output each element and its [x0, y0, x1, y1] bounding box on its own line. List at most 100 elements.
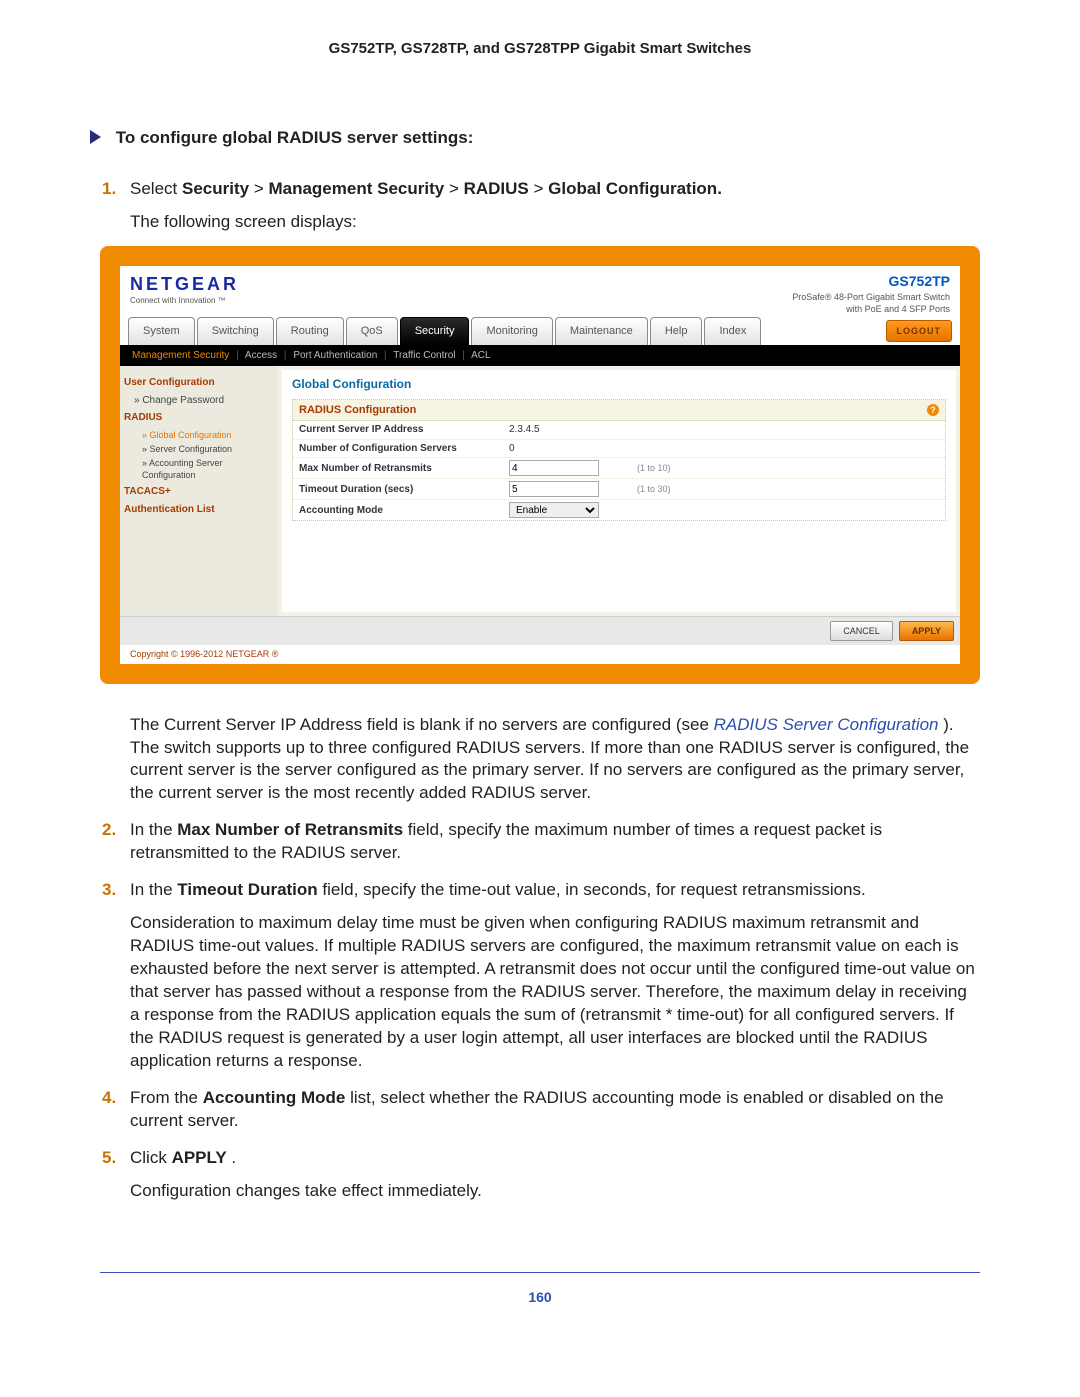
- t: Accounting Mode: [203, 1088, 346, 1107]
- sidebar-server-config[interactable]: » Server Configuration: [142, 443, 274, 455]
- t: The Current Server IP Address field is b…: [130, 715, 714, 734]
- t: .: [231, 1148, 236, 1167]
- brand-block: NETGEAR Connect with Innovation ™: [130, 272, 239, 307]
- step1-follow: The following screen displays:: [130, 211, 980, 234]
- step-2: 2. In the Max Number of Retransmits fiel…: [130, 819, 980, 865]
- row-accounting-mode: Accounting Mode Enable: [293, 500, 945, 520]
- row-max-retransmits: Max Number of Retransmits (1 to 10): [293, 458, 945, 479]
- arrow-icon: [90, 130, 101, 144]
- model-line2: with PoE and 4 SFP Ports: [792, 303, 950, 315]
- step-number: 3.: [102, 879, 116, 902]
- action-bar: CANCEL APPLY: [120, 616, 960, 645]
- hint-timeout-duration: (1 to 30): [637, 483, 671, 495]
- step5-paragraph: Configuration changes take effect immedi…: [130, 1180, 980, 1203]
- sidebar-acct-server-config[interactable]: » Accounting Server Configuration: [142, 457, 274, 481]
- step-number: 4.: [102, 1087, 116, 1110]
- tab-maintenance[interactable]: Maintenance: [555, 317, 648, 345]
- select-accounting-mode[interactable]: Enable: [509, 502, 599, 518]
- tab-qos[interactable]: QoS: [346, 317, 398, 345]
- gt: >: [254, 179, 269, 198]
- step-number: 1.: [102, 178, 116, 201]
- input-max-retransmits[interactable]: [509, 460, 599, 476]
- row-current-server-ip: Current Server IP Address 2.3.4.5: [293, 421, 945, 440]
- panel-title: Global Configuration: [292, 376, 946, 392]
- label-accounting-mode: Accounting Mode: [299, 504, 509, 518]
- step1-text: Select Security > Management Security > …: [130, 179, 722, 198]
- sidebar: User Configuration » Change Password RAD…: [120, 366, 278, 616]
- copyright: Copyright © 1996-2012 NETGEAR ®: [120, 645, 960, 663]
- sep: |: [384, 350, 387, 361]
- page-number: 160: [0, 1289, 1080, 1305]
- row-timeout-duration: Timeout Duration (secs) (1 to 30): [293, 479, 945, 500]
- procedure-title: To configure global RADIUS server settin…: [116, 128, 474, 147]
- gt: >: [449, 179, 464, 198]
- nav-global-config: Global Configuration.: [548, 179, 722, 198]
- step-number: 2.: [102, 819, 116, 842]
- apply-button[interactable]: APPLY: [899, 621, 954, 641]
- gt: >: [534, 179, 549, 198]
- config-panel: Global Configuration RADIUS Configuratio…: [282, 370, 956, 612]
- tab-system[interactable]: System: [128, 317, 195, 345]
- model-name: GS752TP: [792, 272, 950, 291]
- t: Timeout Duration: [177, 880, 317, 899]
- label-num-config-servers: Number of Configuration Servers: [299, 442, 509, 456]
- logout-button[interactable]: LOGOUT: [886, 320, 953, 342]
- step3-paragraph: Consideration to maximum delay time must…: [130, 912, 980, 1073]
- t: field, specify the time-out value, in se…: [322, 880, 865, 899]
- model-line1: ProSafe® 48-Port Gigabit Smart Switch: [792, 291, 950, 303]
- after-screenshot-paragraph: The Current Server IP Address field is b…: [130, 714, 980, 806]
- value-num-config-servers: 0: [509, 442, 629, 456]
- sidebar-radius[interactable]: RADIUS: [124, 411, 274, 425]
- step-5: 5. Click APPLY . Configuration changes t…: [130, 1147, 980, 1203]
- step-4: 4. From the Accounting Mode list, select…: [130, 1087, 980, 1133]
- hint-max-retransmits: (1 to 10): [637, 462, 671, 474]
- sep: |: [284, 350, 287, 361]
- tab-switching[interactable]: Switching: [197, 317, 274, 345]
- step-3: 3. In the Timeout Duration field, specif…: [130, 879, 980, 1073]
- step-number: 5.: [102, 1147, 116, 1170]
- sidebar-global-config[interactable]: » Global Configuration: [142, 429, 274, 441]
- nav-radius: RADIUS: [464, 179, 529, 198]
- box-title: RADIUS Configuration: [299, 403, 416, 418]
- sub-nav: Management Security | Access | Port Auth…: [120, 345, 960, 367]
- sidebar-auth-list[interactable]: Authentication List: [124, 503, 274, 517]
- tab-monitoring[interactable]: Monitoring: [471, 317, 552, 345]
- nav-mgmt-security: Management Security: [268, 179, 444, 198]
- help-icon[interactable]: ?: [927, 404, 939, 416]
- sidebar-tacacs[interactable]: TACACS+: [124, 485, 274, 499]
- footer-rule: [100, 1272, 980, 1273]
- netgear-logo: NETGEAR: [130, 272, 239, 296]
- subnav-traffic-control[interactable]: Traffic Control: [393, 350, 455, 361]
- sep: |: [236, 350, 239, 361]
- t: In the: [130, 820, 177, 839]
- main-tabs: System Switching Routing QoS Security Mo…: [120, 317, 960, 345]
- sidebar-user-config[interactable]: User Configuration: [124, 376, 274, 390]
- tab-help[interactable]: Help: [650, 317, 703, 345]
- netgear-tagline: Connect with Innovation ™: [130, 296, 239, 307]
- subnav-access[interactable]: Access: [245, 350, 277, 361]
- t: From the: [130, 1088, 203, 1107]
- t: Select: [130, 179, 182, 198]
- t: In the: [130, 880, 177, 899]
- link-radius-server-config[interactable]: RADIUS Server Configuration: [714, 715, 944, 734]
- sidebar-change-password[interactable]: » Change Password: [134, 394, 274, 408]
- tab-security[interactable]: Security: [400, 317, 470, 345]
- tab-routing[interactable]: Routing: [276, 317, 344, 345]
- running-head: GS752TP, GS728TP, and GS728TPP Gigabit S…: [0, 40, 1080, 57]
- radius-config-box: RADIUS Configuration ? Current Server IP…: [292, 399, 946, 522]
- t: Max Number of Retransmits: [177, 820, 403, 839]
- row-num-config-servers: Number of Configuration Servers 0: [293, 440, 945, 459]
- subnav-mgmt-security[interactable]: Management Security: [132, 350, 229, 361]
- nav-security: Security: [182, 179, 249, 198]
- input-timeout-duration[interactable]: [509, 481, 599, 497]
- t: APPLY: [172, 1148, 227, 1167]
- embedded-screenshot: NETGEAR Connect with Innovation ™ GS752T…: [100, 246, 980, 684]
- cancel-button[interactable]: CANCEL: [830, 621, 893, 641]
- step-1: 1. Select Security > Management Security…: [130, 178, 980, 805]
- procedure-heading: To configure global RADIUS server settin…: [90, 127, 980, 150]
- label-timeout-duration: Timeout Duration (secs): [299, 483, 509, 497]
- sep: |: [462, 350, 465, 361]
- tab-index[interactable]: Index: [704, 317, 761, 345]
- subnav-acl[interactable]: ACL: [471, 350, 490, 361]
- subnav-port-auth[interactable]: Port Authentication: [293, 350, 377, 361]
